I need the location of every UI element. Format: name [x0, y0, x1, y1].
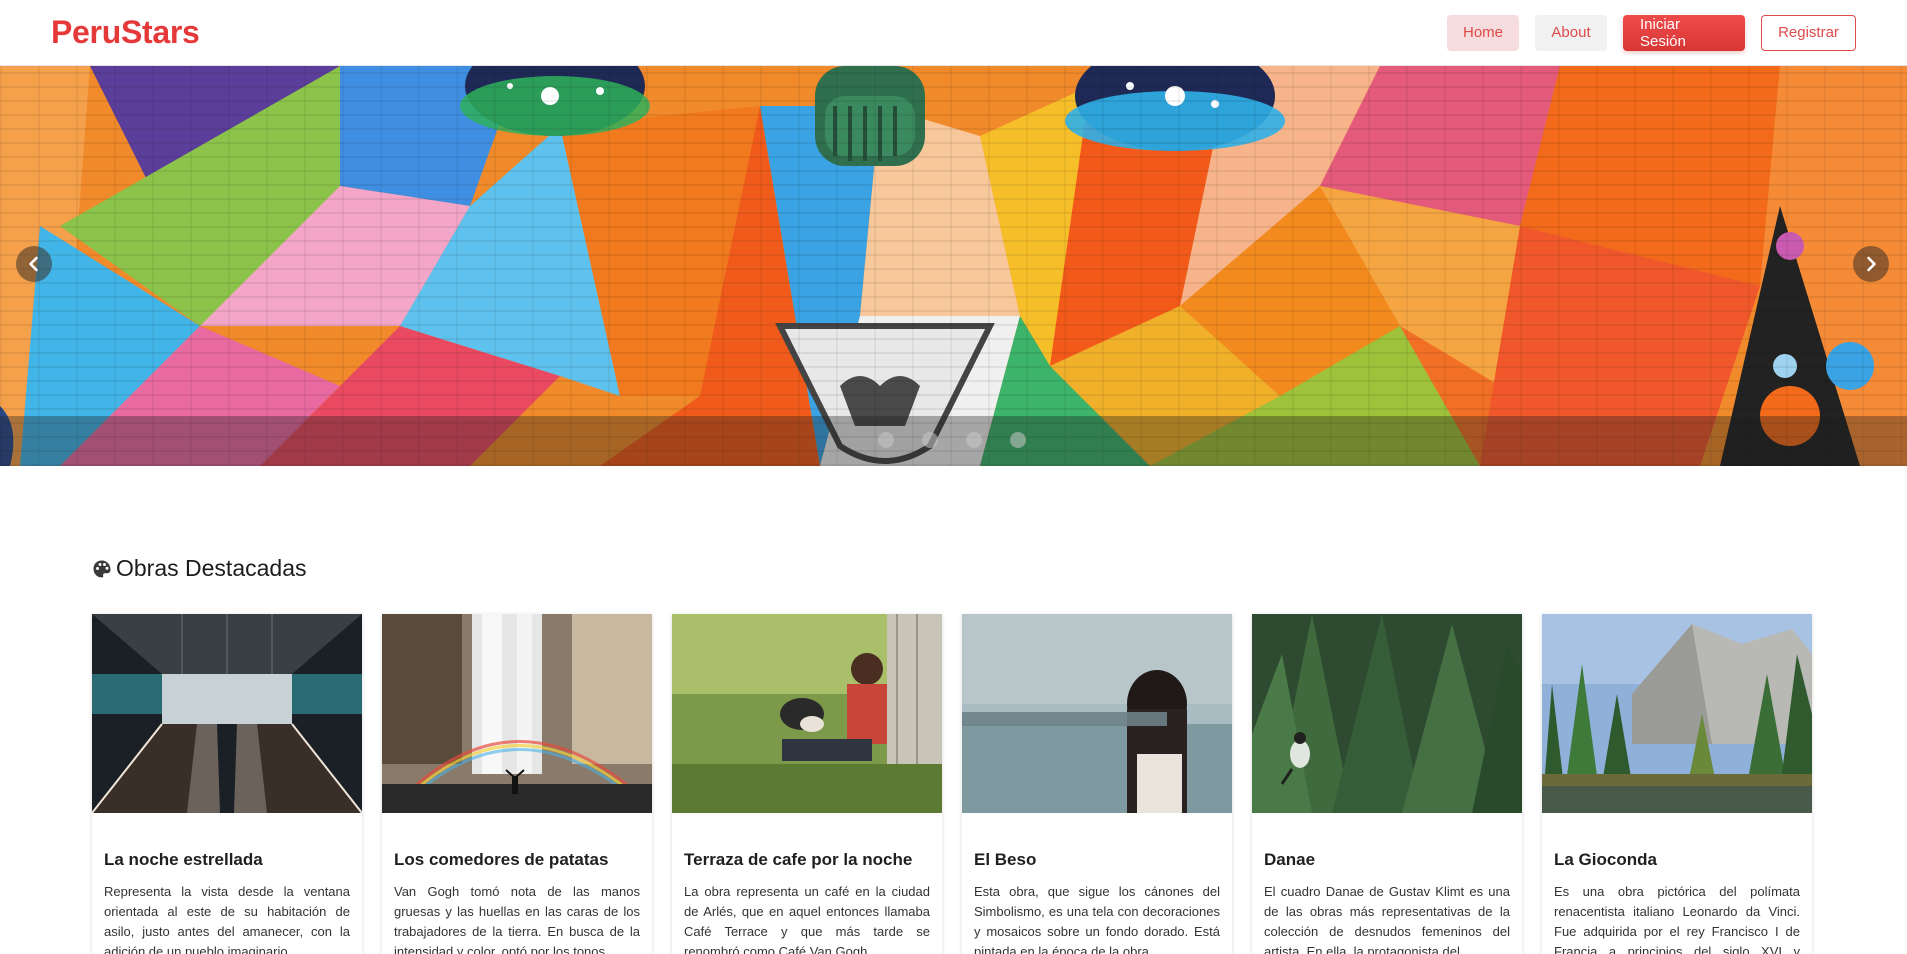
artwork-description: Esta obra, que sigue los cánones del Sim… [974, 884, 1220, 954]
artwork-description: La obra representa un café en la ciudad … [684, 884, 930, 954]
artwork-card[interactable]: El Beso Esta obra, que sigue los cánones… [962, 614, 1232, 954]
section-title: Obras Destacadas [116, 555, 307, 581]
home-button[interactable]: Home [1447, 14, 1519, 51]
register-button[interactable]: Registrar [1761, 14, 1856, 51]
artwork-description: Representa la vista desde la ventana ori… [104, 884, 350, 954]
carousel-indicators [878, 432, 1026, 448]
artwork-title: La noche estrellada [104, 850, 263, 869]
artwork-image [1252, 614, 1522, 813]
artwork-description: Es una obra pictórica del polímata renac… [1554, 884, 1800, 954]
artwork-image [962, 614, 1232, 813]
artwork-card[interactable]: La Gioconda Es una obra pictórica del po… [1542, 614, 1812, 954]
featured-works-list: La noche estrellada Representa la vista … [92, 614, 1812, 954]
carousel-prev-button[interactable] [16, 246, 52, 282]
artwork-title: El Beso [974, 850, 1037, 869]
artwork-description: El cuadro Danae de Gustav Klimt es una d… [1264, 884, 1510, 954]
carousel-indicator-3[interactable] [966, 432, 982, 448]
palette-icon [93, 560, 111, 577]
carousel-next-button[interactable] [1853, 246, 1889, 282]
artwork-title: Terraza de cafe por la noche [684, 850, 913, 869]
artwork-title: Danae [1264, 850, 1316, 869]
artwork-card[interactable]: Danae El cuadro Danae de Gustav Klimt es… [1252, 614, 1522, 954]
navbar: PeruStars Home About Iniciar Sesión Regi… [0, 0, 1907, 66]
section-header: Obras Destacadas [92, 555, 306, 582]
carousel-indicator-1[interactable] [878, 432, 894, 448]
artwork-image [1542, 614, 1812, 813]
brand-logo[interactable]: PeruStars [51, 14, 200, 51]
artwork-title: Los comedores de patatas [394, 850, 609, 869]
carousel-indicator-2[interactable] [922, 432, 938, 448]
about-button[interactable]: About [1535, 14, 1607, 51]
login-button[interactable]: Iniciar Sesión [1623, 14, 1745, 51]
artwork-description: Van Gogh tomó nota de las manos gruesas … [394, 884, 640, 954]
artwork-card[interactable]: La noche estrellada Representa la vista … [92, 614, 362, 954]
chevron-left-icon [29, 256, 38, 272]
hero-carousel [0, 66, 1907, 466]
artwork-card[interactable]: Los comedores de patatas Van Gogh tomó n… [382, 614, 652, 954]
artwork-image [92, 614, 362, 814]
artwork-card[interactable]: Terraza de cafe por la noche La obra rep… [672, 614, 942, 954]
nav-buttons: Home About Iniciar Sesión Registrar [1447, 14, 1856, 51]
artwork-image [382, 614, 652, 813]
carousel-texture [0, 66, 1907, 466]
artwork-title: La Gioconda [1554, 850, 1657, 869]
artwork-image [672, 614, 942, 813]
chevron-right-icon [1867, 256, 1876, 272]
carousel-indicator-4[interactable] [1010, 432, 1026, 448]
